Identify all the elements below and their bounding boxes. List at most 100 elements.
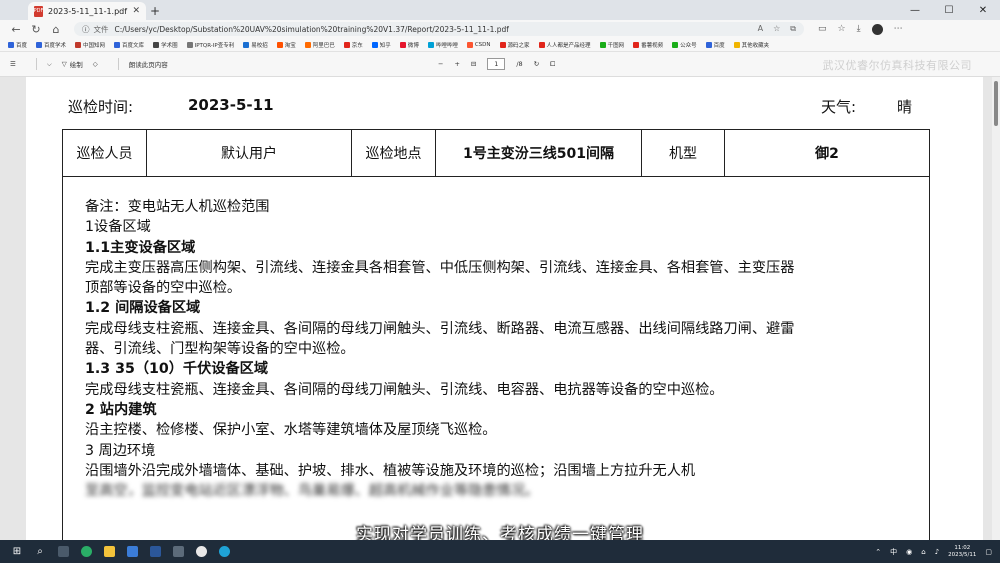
profile-avatar[interactable]: [871, 23, 883, 35]
bookmark-favicon-icon: [304, 41, 311, 48]
rotate-icon[interactable]: ↻: [534, 60, 539, 68]
wechat-icon[interactable]: [77, 543, 95, 561]
bookmark-item[interactable]: 番薯视频: [633, 41, 663, 49]
chevron-up-icon[interactable]: ⌃: [875, 548, 881, 556]
windows-start-icon[interactable]: ⊞: [8, 543, 26, 561]
bookmark-item[interactable]: 百度文库: [114, 41, 144, 49]
bookmark-item[interactable]: 百度学术: [36, 41, 66, 49]
bookmark-item[interactable]: 知乎: [371, 41, 391, 49]
home-icon[interactable]: ⌂: [46, 23, 66, 36]
unreal-icon[interactable]: [192, 543, 210, 561]
bookmark-item[interactable]: 淘宝: [276, 41, 296, 49]
model-value: 御2: [724, 129, 930, 177]
bookmark-favicon-icon: [8, 41, 14, 48]
section-body: 器、引流线、门型构架等设备的空中巡检。: [85, 341, 355, 358]
refresh-icon[interactable]: ↻: [26, 23, 46, 36]
address-bar[interactable]: ⓘ 文件 C:/Users/yc/Desktop/Substation%20UA…: [74, 22, 804, 36]
close-tab-icon[interactable]: ✕: [132, 6, 140, 16]
clock[interactable]: 11:02 2023/5/11: [948, 545, 976, 559]
info-row: 巡检人员 默认用户 巡检地点 1号主变汾三线501间隔 机型 御2: [62, 129, 930, 177]
bookmark-label: 学术圈: [161, 42, 178, 49]
ime-indicator[interactable]: 中: [890, 547, 897, 557]
bookmark-label: 百度: [713, 42, 725, 49]
app-icon[interactable]: [123, 543, 141, 561]
word-icon[interactable]: [146, 543, 164, 561]
bookmark-item[interactable]: 百度: [8, 41, 27, 49]
eraser-icon[interactable]: ◇: [93, 60, 98, 68]
bookmark-item[interactable]: 哔哩哔哩: [427, 41, 458, 49]
more-menu-icon[interactable]: ⋯: [894, 24, 903, 34]
bookmark-item[interactable]: 百度: [705, 41, 725, 49]
bookmark-label: 番薯视频: [641, 42, 664, 49]
page-view-icon[interactable]: ⧠: [550, 60, 555, 69]
url-text[interactable]: C:/Users/yc/Desktop/Substation%20UAV%20s…: [115, 25, 509, 34]
network-icon[interactable]: ⌂: [921, 548, 925, 556]
minimize-button[interactable]: —: [898, 0, 932, 20]
bookmark-item[interactable]: 其他收藏夹: [733, 41, 769, 49]
fit-page-icon[interactable]: ⊟: [471, 60, 476, 68]
bookmark-label: 公众号: [680, 42, 697, 49]
extension-icon[interactable]: ⧉: [790, 24, 796, 34]
bookmark-item[interactable]: 人人都是产品经理: [538, 41, 591, 49]
bookmark-item[interactable]: 公众号: [672, 41, 697, 49]
edge-browser-icon[interactable]: [215, 543, 233, 561]
back-arrow-icon[interactable]: ←: [6, 23, 26, 36]
favorite-star-icon[interactable]: ☆: [773, 24, 780, 34]
app-tray-icon[interactable]: ◉: [906, 548, 912, 556]
draw-icon: ▽: [61, 60, 67, 68]
browser-actions: ▭ ☆ ⤓ ⋯: [818, 23, 903, 35]
search-icon[interactable]: ⌕: [31, 543, 49, 561]
bookmark-item[interactable]: 中国知网: [75, 41, 105, 49]
collections-icon[interactable]: ▭: [818, 24, 827, 34]
app-icon[interactable]: [169, 543, 187, 561]
notes-box: 备注：变电站无人机巡检范围 1设备区域 1.1主变设备区域 完成主变压器高压侧构…: [62, 177, 930, 540]
scrollbar-thumb[interactable]: [994, 81, 998, 126]
pdf-icon: PDF: [34, 5, 43, 17]
bookmark-item[interactable]: 阿里巴巴: [304, 41, 335, 49]
bookmark-item[interactable]: 千图网: [599, 41, 624, 49]
pdf-toolbar: ☰ ⌵ ▽ 绘制 ◇ 朗读此页内容 − + ⊟ 1 /8 ↻ ⧠ 武汉优睿尔仿真科…: [0, 52, 1000, 77]
zoom-in-icon[interactable]: +: [454, 60, 459, 68]
bookmark-item[interactable]: 易校招: [243, 41, 268, 49]
bookmark-favicon-icon: [75, 41, 82, 48]
bookmark-label: 百度: [16, 42, 28, 49]
contents-icon[interactable]: ☰: [10, 60, 16, 68]
new-tab-button[interactable]: +: [146, 2, 164, 20]
navigation-bar: ← ↻ ⌂ ⓘ 文件 C:/Users/yc/Desktop/Substatio…: [0, 20, 1000, 38]
bookmark-label: 百度学术: [44, 42, 67, 49]
close-window-button[interactable]: ✕: [966, 0, 1000, 20]
draw-button[interactable]: ▽ 绘制: [62, 59, 83, 69]
read-aloud-button[interactable]: 朗读此页内容: [129, 59, 168, 69]
bookmark-favicon-icon: [466, 41, 473, 48]
section-heading: 1.3 35（10）千伏设备区域: [85, 361, 269, 378]
file-explorer-icon[interactable]: [100, 543, 118, 561]
browser-tab[interactable]: PDF 2023-5-11_11-1.pdf ✕: [28, 2, 146, 20]
bookmark-favicon-icon: [186, 41, 193, 48]
page-number-input[interactable]: 1: [487, 58, 506, 70]
bookmark-favicon-icon: [276, 41, 283, 48]
info-icon[interactable]: ⓘ: [82, 24, 90, 35]
maximize-button[interactable]: ☐: [932, 0, 966, 20]
downloads-icon[interactable]: ⤓: [857, 24, 861, 34]
notifications-icon[interactable]: ▢: [985, 548, 992, 556]
bookmark-item[interactable]: 京东: [343, 41, 363, 49]
bookmark-item[interactable]: 源码之家: [499, 41, 530, 49]
vertical-scrollbar[interactable]: [992, 77, 1000, 540]
bookmark-item[interactable]: 学术圈: [153, 41, 178, 49]
volume-icon[interactable]: ♪: [935, 548, 939, 556]
bookmark-label: 易校招: [251, 42, 268, 49]
bookmark-item[interactable]: CSDN: [466, 41, 491, 48]
bookmark-item[interactable]: 微博: [399, 41, 419, 49]
pdf-viewer[interactable]: 巡检时间: 2023-5-11 天气: 晴 巡检人员 默认用户 巡检地点 1号主…: [0, 77, 1000, 540]
notes-text: 备注：变电站无人机巡检范围 1设备区域 1.1主变设备区域 完成主变压器高压侧构…: [85, 197, 921, 501]
zoom-out-icon[interactable]: −: [438, 60, 443, 68]
highlight-icon[interactable]: ⌵: [47, 60, 52, 69]
read-aloud-icon[interactable]: A: [758, 24, 763, 34]
location-value: 1号主变汾三线501间隔: [435, 129, 642, 177]
section-heading: 3 周边环境: [85, 442, 156, 459]
task-view-icon[interactable]: [54, 543, 72, 561]
draw-label: 绘制: [69, 61, 83, 69]
favorites-icon[interactable]: ☆: [838, 24, 846, 34]
bookmark-item[interactable]: IPTQR-IP查专利: [186, 41, 234, 49]
watermark-text: 武汉优睿尔仿真科技有限公司: [822, 59, 972, 72]
